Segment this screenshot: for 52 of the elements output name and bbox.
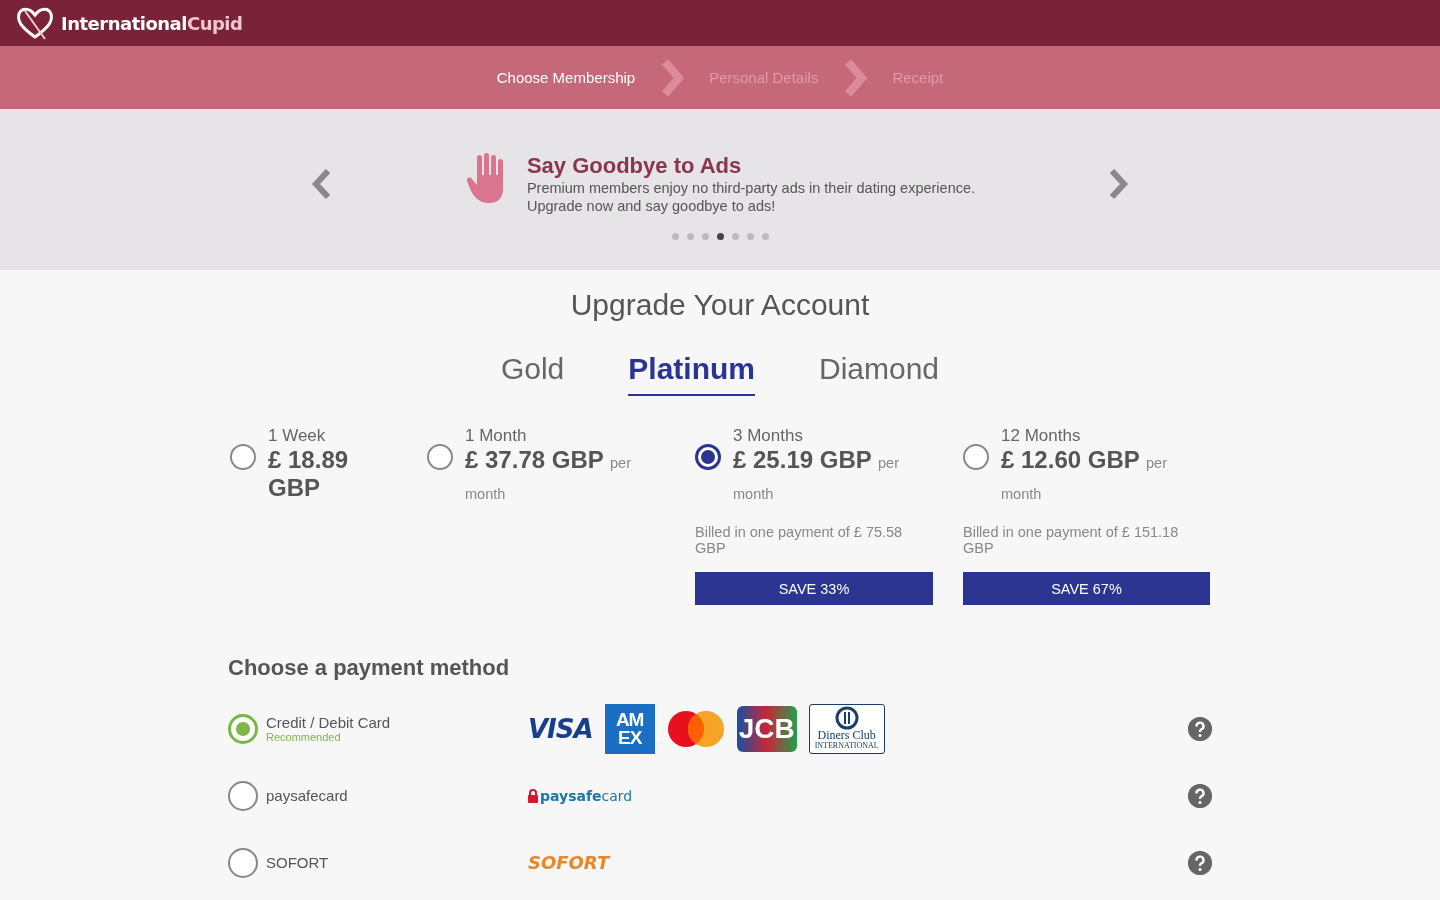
help-icon[interactable] — [1188, 716, 1212, 741]
plan-price: £ 37.78 GBP per month — [465, 446, 632, 504]
plan-period: 1 Week — [268, 426, 327, 446]
carousel-dot[interactable] — [671, 233, 679, 240]
plan-radio[interactable] — [695, 444, 721, 470]
slide-title: Say Goodbye to Ads — [526, 153, 743, 179]
billing-note: Billed in one payment of £ 151.18 GBP — [963, 524, 1180, 556]
plan-radio[interactable] — [230, 444, 256, 470]
plan-period: 3 Months — [733, 426, 804, 446]
carousel-dot[interactable] — [761, 233, 769, 240]
plan-price: £ 18.89 GBP — [268, 446, 350, 502]
step-chevron-icon — [842, 57, 869, 98]
brand-name[interactable]: InternationalCupid — [61, 12, 243, 34]
page-heading: Upgrade Your Account — [569, 288, 871, 322]
heart-logo-icon — [15, 5, 55, 41]
mastercard-logo — [666, 709, 725, 748]
help-icon[interactable] — [1188, 850, 1212, 875]
plan-radio[interactable] — [963, 444, 989, 470]
save-button[interactable]: SAVE 67% — [963, 572, 1210, 605]
plan-period: 12 Months — [1001, 426, 1082, 446]
billing-note: Billed in one payment of £ 75.58 GBP — [695, 524, 904, 556]
save-button[interactable]: SAVE 33% — [695, 572, 933, 605]
carousel-dot[interactable] — [746, 233, 754, 240]
plan-tab[interactable]: Gold — [500, 352, 565, 396]
carousel-dot[interactable] — [716, 233, 724, 240]
help-icon[interactable] — [1188, 783, 1212, 808]
paysafecard-logo: paysafecard — [528, 787, 633, 804]
diners-club-logo: Diners Club INTERNATIONAL — [808, 703, 885, 754]
carousel-dot[interactable] — [701, 233, 709, 240]
plan-radio[interactable] — [427, 444, 453, 470]
payment-radio[interactable] — [228, 713, 258, 744]
visa-logo: VISA — [528, 713, 593, 744]
plan-price: £ 25.19 GBP per month — [733, 446, 900, 504]
payment-radio[interactable] — [228, 780, 258, 811]
recommended-note: Recommended — [266, 731, 342, 743]
amex-logo: AM EX — [604, 703, 655, 754]
carousel-dot[interactable] — [731, 233, 739, 240]
plan-period: 1 Month — [465, 426, 528, 446]
step-chevron-icon — [659, 57, 686, 98]
payment-radio[interactable] — [228, 847, 258, 878]
section-title: Choose a payment method — [228, 655, 511, 681]
payment-method-label: Credit / Debit Card — [266, 714, 391, 731]
plan-tab[interactable]: Platinum — [628, 352, 755, 396]
carousel-dot[interactable] — [686, 233, 694, 240]
jcb-logo: JCB — [736, 705, 797, 752]
sofort-logo: SOFORT — [528, 852, 610, 873]
step-label: Choose Membership — [496, 69, 636, 86]
payment-method-label: paysafecard — [266, 787, 348, 804]
payment-method-label: SOFORT — [266, 854, 329, 871]
slide-text: Premium members enjoy no third-party ads in their dating experience. Upgrade now and say goodbye to ads! — [526, 179, 976, 215]
plan-price: £ 12.60 GBP per month — [1001, 446, 1168, 504]
plan-tab[interactable]: Diamond — [819, 352, 940, 396]
